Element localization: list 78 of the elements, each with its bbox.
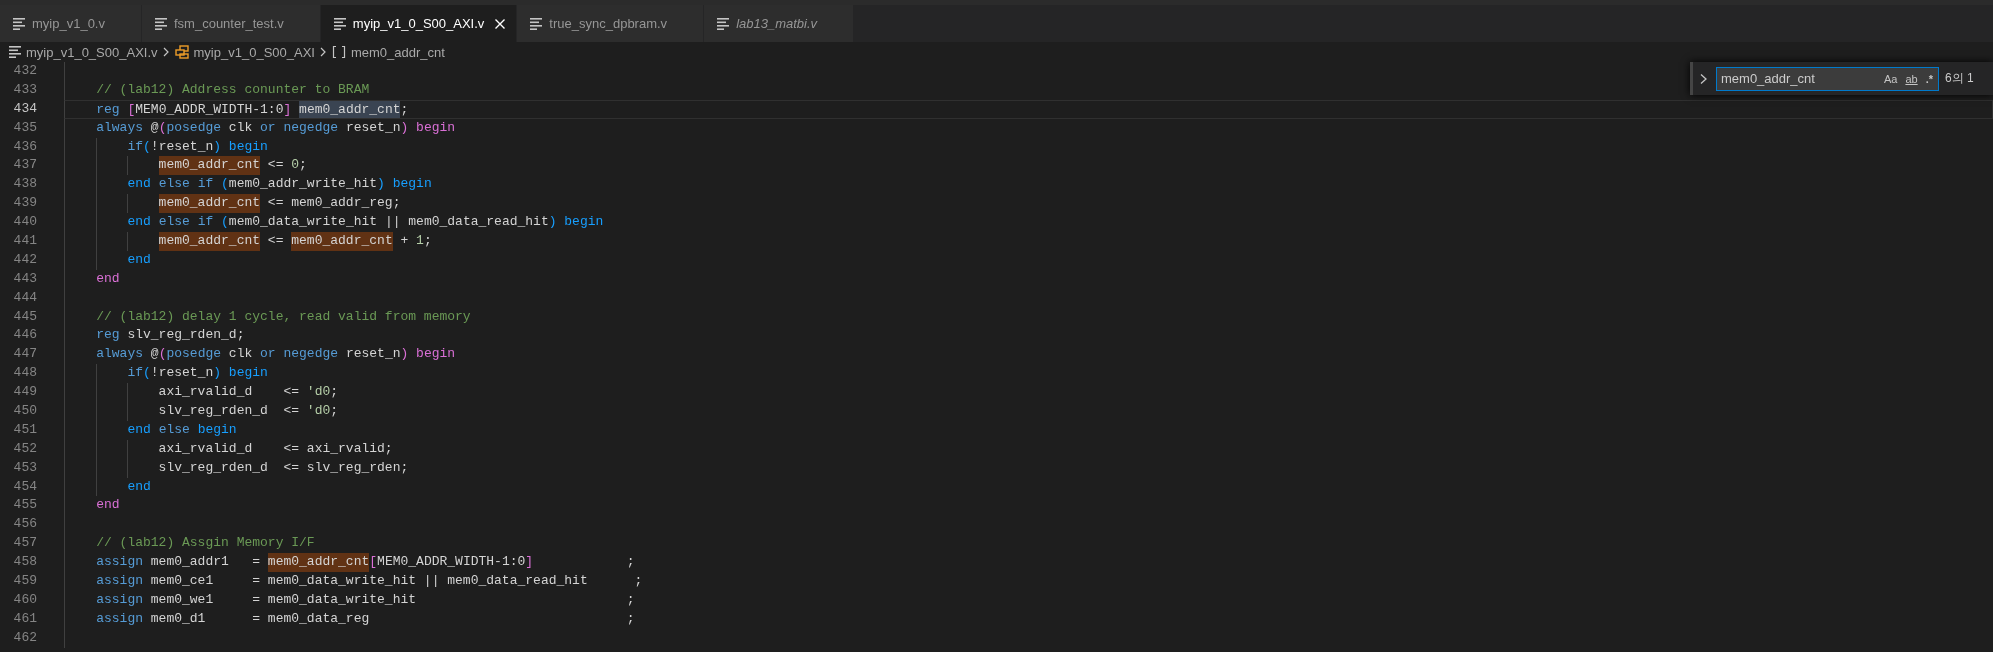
code-line: // (lab12) Address conunter to BRAM bbox=[95, 81, 370, 97]
line-number: 449 bbox=[12, 383, 37, 402]
line-number: 446 bbox=[12, 326, 37, 345]
code-line: end bbox=[126, 478, 151, 494]
line-number: 436 bbox=[12, 137, 37, 156]
code-line: mem0_addr_cnt <= 0; bbox=[157, 157, 307, 173]
code-line: if(!reset_n) begin bbox=[126, 138, 268, 154]
line-number: 453 bbox=[12, 458, 37, 477]
code-line: axi_rvalid_d <= 'd0; bbox=[157, 384, 339, 400]
line-number: 460 bbox=[12, 590, 37, 609]
line-number: 433 bbox=[12, 80, 37, 99]
code-line: end else begin bbox=[126, 421, 237, 437]
option-button[interactable]: ab bbox=[1902, 69, 1921, 88]
line-number: 452 bbox=[12, 439, 37, 458]
line-number: 450 bbox=[12, 402, 37, 421]
file-icon bbox=[8, 44, 22, 60]
code-line: end else if (mem0_addr_write_hit) begin bbox=[126, 176, 432, 192]
code-line: slv_reg_rden_d <= slv_reg_rden; bbox=[157, 459, 409, 475]
code-line: mem0_addr_cnt <= mem0_addr_reg; bbox=[157, 195, 401, 211]
line-number: 438 bbox=[12, 175, 37, 194]
line-number: 444 bbox=[12, 288, 37, 307]
line-number: 445 bbox=[12, 307, 37, 326]
line-number: 434 bbox=[12, 99, 37, 118]
code-line: if(!reset_n) begin bbox=[126, 365, 268, 381]
file-icon bbox=[529, 15, 544, 32]
code-line: // (lab12) delay 1 cycle, read valid from memory bbox=[95, 308, 471, 324]
code-line: assign mem0_we1 = mem0_data_write_hit ; bbox=[95, 591, 635, 607]
line-number: 437 bbox=[12, 156, 37, 175]
line-number: 447 bbox=[12, 345, 37, 364]
line-number: 440 bbox=[12, 213, 37, 232]
editor-tab[interactable]: myip_v1_0.v bbox=[0, 5, 142, 42]
code-line: end bbox=[95, 497, 120, 513]
editor-tab[interactable]: myip_v1_0_S00_AXI.v bbox=[320, 5, 518, 42]
file-icon bbox=[154, 15, 168, 32]
editor-tab[interactable]: fsm_counter_test.v bbox=[142, 5, 321, 42]
line-number: 454 bbox=[12, 477, 37, 496]
code-line: axi_rvalid_d <= axi_rvalid; bbox=[157, 440, 393, 456]
code-line: end else if (mem0_data_write_hit || mem0_data_read_hit) begin bbox=[126, 214, 604, 230]
line-number: 455 bbox=[12, 496, 37, 515]
line-number: 442 bbox=[12, 250, 37, 269]
breadcrumb-item[interactable]: myip_v1_0_S00_AXI.v bbox=[8, 44, 158, 60]
line-number: 462 bbox=[12, 628, 37, 647]
brackets-icon bbox=[330, 44, 347, 60]
code-line: always @(posedge clk or negedge reset_n) begin bbox=[95, 346, 456, 362]
code-line: always @(posedge clk or negedge reset_n) begin bbox=[95, 119, 456, 135]
line-number: 441 bbox=[12, 232, 37, 250]
line-number: 456 bbox=[12, 515, 37, 534]
code-line: assign mem0_ce1 = mem0_data_write_hit || mem0_data_read_hit ; bbox=[95, 573, 643, 589]
code-line: reg [MEM0_ADDR_WIDTH-1:0] mem0_addr_cnt; bbox=[95, 101, 409, 117]
line-number: 432 bbox=[12, 62, 37, 80]
code-line: reg slv_reg_rden_d; bbox=[95, 327, 245, 343]
breadcrumb-item[interactable]: mem0_addr_cnt bbox=[330, 44, 445, 60]
code-line: // (lab12) Assgin Memory I/F bbox=[95, 535, 315, 551]
line-number: 439 bbox=[12, 194, 37, 213]
code-line: slv_reg_rden_d <= 'd0; bbox=[157, 403, 339, 419]
option-button[interactable]: .* bbox=[1922, 69, 1936, 88]
line-number: 451 bbox=[12, 420, 37, 439]
code-line: assign mem0_addr1 = mem0_addr_cnt[MEM0_ADDR_WIDTH-1:0] ; bbox=[95, 554, 635, 570]
line-number: 448 bbox=[12, 364, 37, 383]
line-number: 461 bbox=[12, 609, 37, 628]
line-number: 435 bbox=[12, 118, 37, 137]
editor-tab[interactable]: lab13_matbi.v bbox=[704, 5, 855, 42]
code-line: end bbox=[95, 270, 120, 286]
file-icon bbox=[12, 15, 26, 32]
line-number: 457 bbox=[12, 534, 37, 553]
code-line: mem0_addr_cnt <= mem0_addr_cnt + 1; bbox=[157, 233, 432, 248]
breadcrumb-item[interactable]: myip_v1_0_S00_AXI bbox=[173, 44, 315, 60]
file-icon bbox=[332, 15, 347, 32]
code-line: end bbox=[126, 251, 151, 267]
code-line: assign mem0_d1 = mem0_data_reg ; bbox=[95, 610, 635, 626]
editor-tab[interactable]: true_sync_dpbram.v bbox=[517, 5, 705, 42]
option-button[interactable]: Aa bbox=[1880, 69, 1901, 88]
line-number: 443 bbox=[12, 269, 37, 288]
module-icon bbox=[173, 44, 190, 60]
line-number: 459 bbox=[12, 572, 37, 591]
file-icon bbox=[716, 15, 731, 32]
line-number: 458 bbox=[12, 553, 37, 572]
match-count: 6의 1 bbox=[1945, 70, 1974, 87]
